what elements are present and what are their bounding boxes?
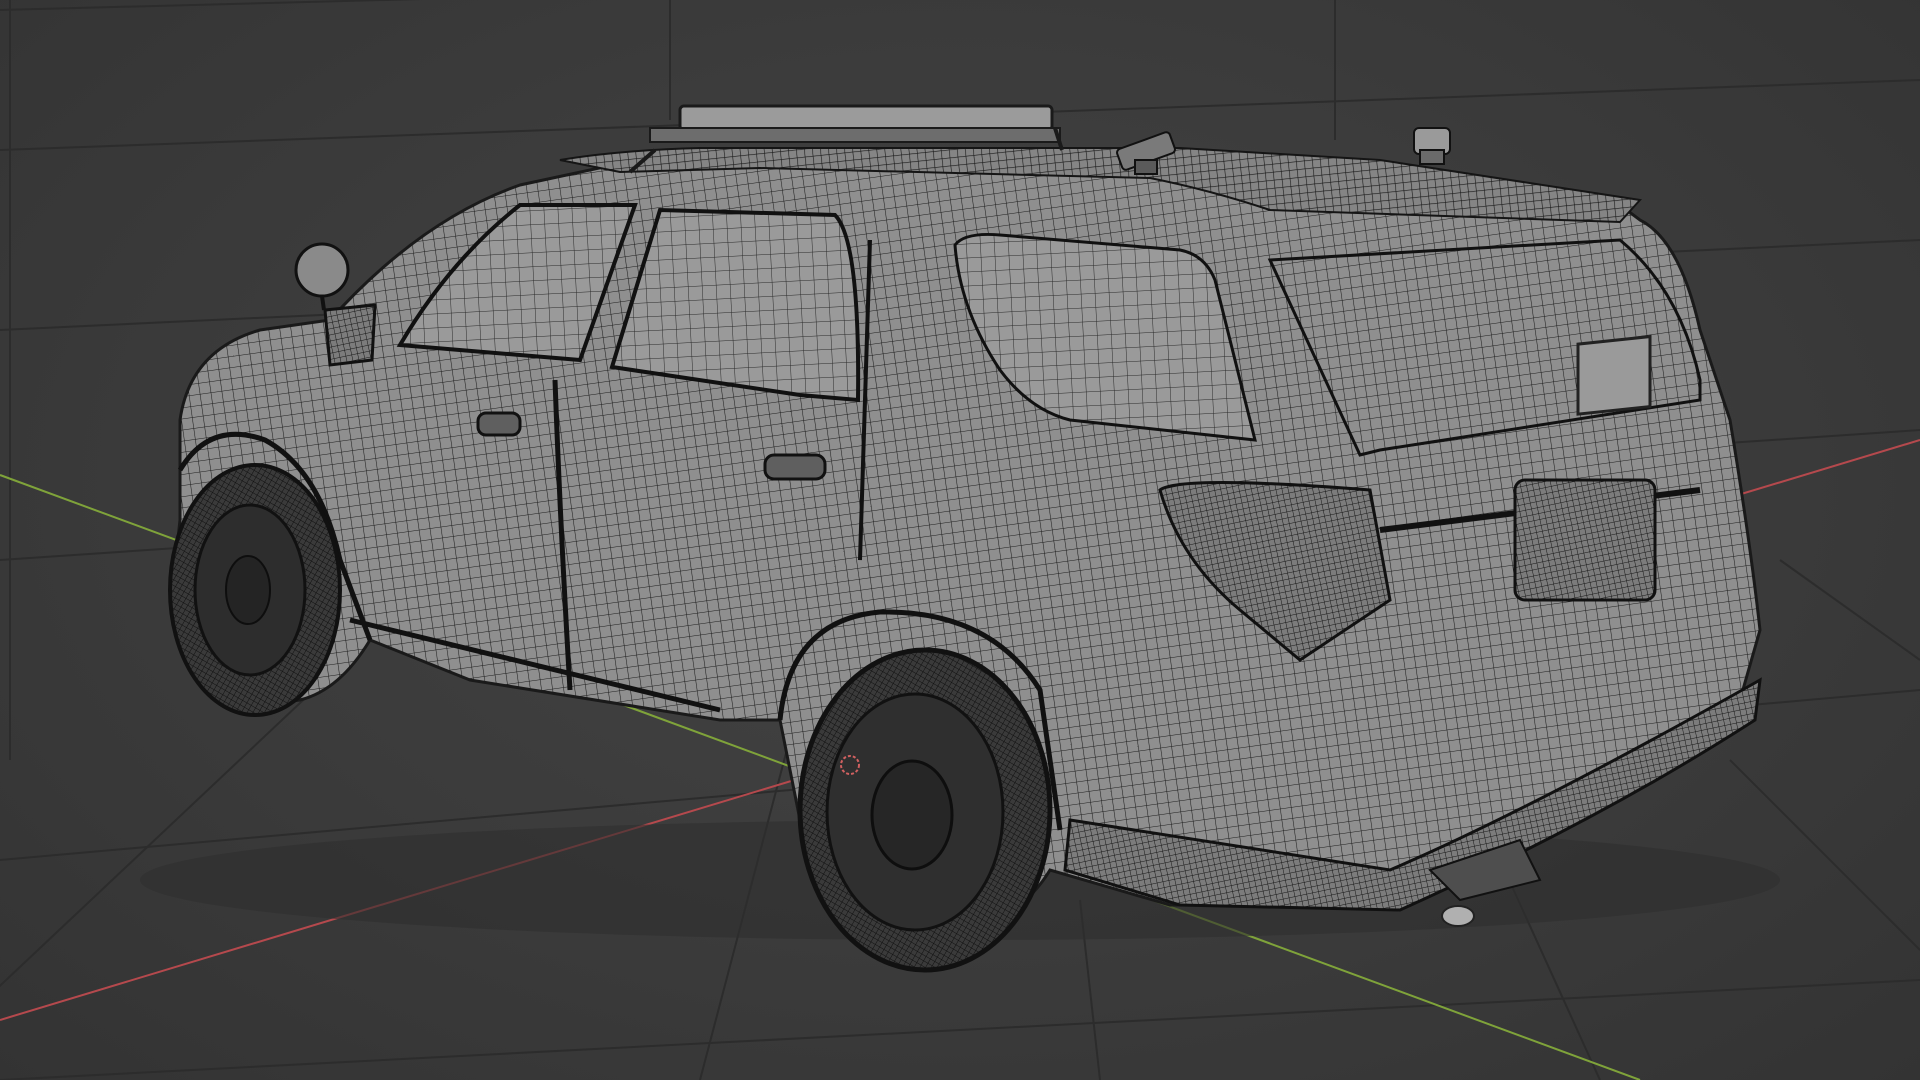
rear-left-wheel — [797, 647, 1053, 973]
front-door-handle — [476, 411, 522, 437]
viewport-canvas[interactable] — [0, 0, 1920, 1080]
3d-viewport[interactable] — [0, 0, 1920, 1080]
side-mirror — [323, 303, 377, 367]
roof-beacon — [1413, 127, 1451, 165]
spotlight — [294, 242, 350, 298]
rear-door-handle — [763, 453, 827, 481]
exhaust-pipe — [1441, 905, 1475, 927]
front-left-wheel — [168, 463, 342, 717]
